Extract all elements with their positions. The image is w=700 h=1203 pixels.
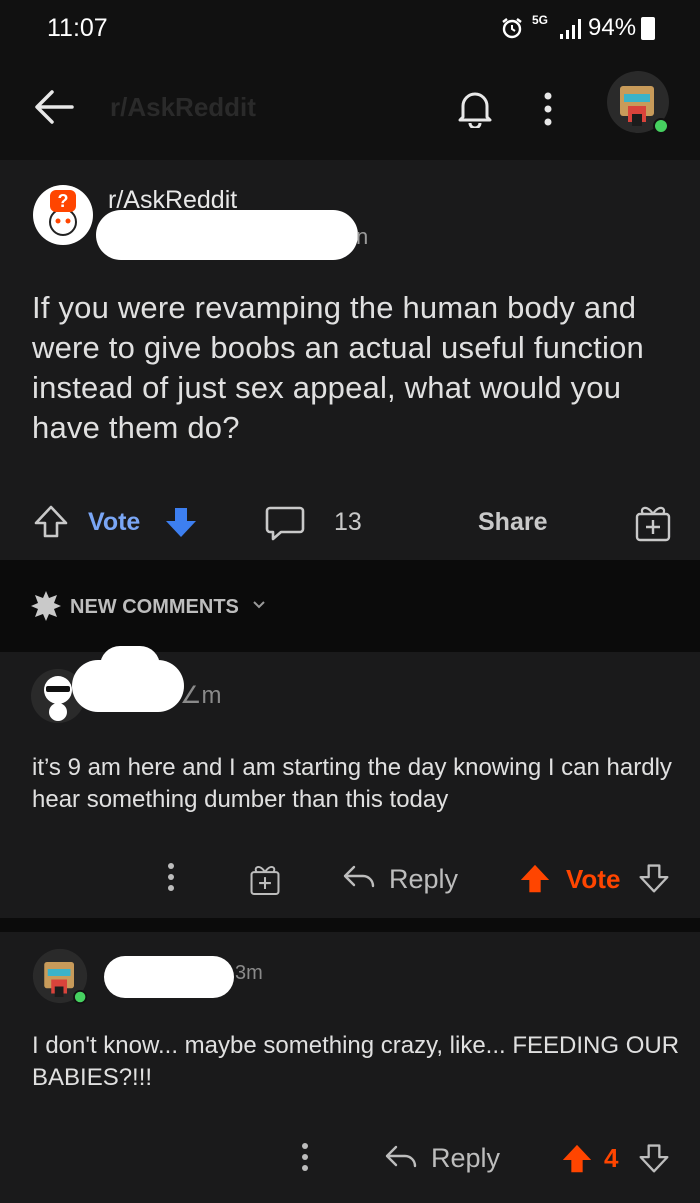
username-suffix: n [356, 224, 369, 249]
reply-arrow-icon[interactable] [384, 1144, 418, 1170]
signal-icon [558, 16, 584, 40]
share-button[interactable]: Share [478, 508, 547, 537]
upvote-filled-icon[interactable] [518, 862, 552, 896]
comment-age: ∠m [180, 682, 222, 709]
more-options-icon[interactable] [300, 1142, 310, 1172]
downvote-outline-icon[interactable] [638, 1142, 670, 1174]
battery-percent: 94% [588, 14, 637, 41]
reply-button[interactable]: Reply [389, 864, 458, 895]
bell-icon[interactable] [456, 88, 494, 128]
alarm-icon [500, 16, 524, 40]
comment-bubble-icon[interactable] [265, 504, 305, 542]
reply-button[interactable]: Reply [431, 1143, 500, 1174]
battery-icon [641, 17, 655, 40]
subreddit-icon[interactable]: ? [32, 184, 94, 246]
redacted-username [104, 956, 234, 998]
upvote-outline-icon[interactable] [33, 504, 69, 540]
upvote-filled-icon[interactable] [560, 1142, 594, 1176]
downvote-filled-icon[interactable] [163, 504, 199, 540]
reply-arrow-icon[interactable] [342, 864, 376, 890]
award-gift-icon[interactable] [249, 860, 281, 896]
award-gift-icon[interactable] [634, 500, 672, 542]
vote-label: Vote [566, 864, 621, 894]
status-time: 11:07 [47, 14, 108, 42]
vote-label: Vote [88, 508, 141, 536]
comment-text: I don't know... maybe something crazy, l… [32, 1032, 680, 1091]
more-options-icon[interactable] [166, 862, 176, 892]
avatar[interactable] [32, 948, 88, 1004]
chevron-down-icon[interactable] [252, 600, 266, 610]
redacted-username [96, 210, 358, 260]
more-options-icon[interactable] [541, 92, 555, 126]
sort-burst-icon[interactable] [30, 590, 62, 622]
divider [0, 918, 700, 932]
back-arrow-icon[interactable] [32, 88, 74, 126]
header-subreddit: r/AskReddit [110, 92, 256, 122]
network-type: 5G [532, 13, 549, 27]
comment-text: it’s 9 am here and I am starting the day… [32, 754, 672, 813]
comment-score: 4 [604, 1143, 619, 1173]
post-title: If you were revamping the human body and… [32, 290, 644, 445]
sort-label[interactable]: NEW COMMENTS [70, 596, 239, 619]
user-avatar[interactable] [606, 70, 670, 134]
redacted-username [100, 646, 160, 686]
svg-text:?: ? [58, 191, 69, 211]
comment-age: 3m [235, 962, 263, 984]
comment-count: 13 [334, 508, 362, 536]
downvote-outline-icon[interactable] [638, 862, 670, 894]
